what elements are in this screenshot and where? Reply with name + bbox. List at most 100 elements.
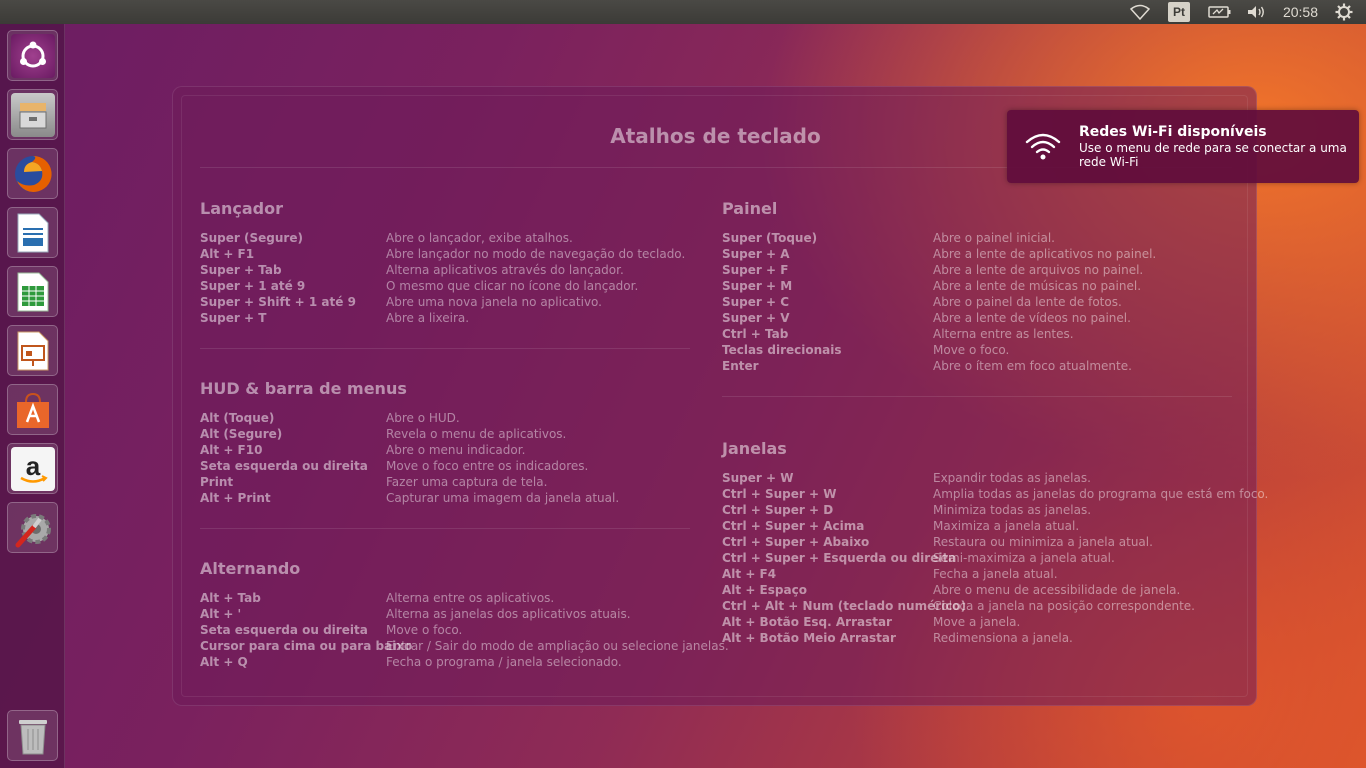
- shortcut-description: Move a janela.: [933, 615, 1021, 629]
- launcher-item-dash[interactable]: [7, 30, 58, 81]
- shortcut-keys: Seta esquerda ou direita: [200, 459, 368, 473]
- shortcut-description: Abre o ítem em foco atualmente.: [933, 359, 1132, 373]
- shortcut-description: Entrar / Sair do modo de ampliação ou se…: [386, 639, 729, 653]
- shortcut-keys: Alt + F4: [722, 567, 777, 581]
- shortcut-keys: Super + M: [722, 279, 793, 293]
- shortcut-description: Abre o painel da lente de fotos.: [933, 295, 1122, 309]
- settings-wrench-icon: [11, 506, 55, 550]
- shortcut-description: Amplia todas as janelas do programa que …: [933, 487, 1269, 501]
- launcher-item-calc[interactable]: [7, 266, 58, 317]
- shortcut-keys: Super + F: [722, 263, 789, 277]
- volume-icon: [1247, 6, 1264, 18]
- launcher: a: [0, 24, 65, 768]
- amazon-icon: a: [10, 446, 55, 491]
- battery-icon: [1208, 6, 1231, 18]
- shortcut-keys: Cursor para cima ou para baixo: [200, 639, 413, 653]
- shortcut-description: Abre o menu de acessibilidade de janela.: [933, 583, 1181, 597]
- shortcut-description: Move o foco entre os indicadores.: [386, 459, 589, 473]
- ubuntu-logo-icon: [10, 33, 55, 78]
- shortcut-description: Abre a lente de arquivos no painel.: [933, 263, 1144, 277]
- clock[interactable]: 20:58: [1273, 0, 1328, 24]
- shortcut-description: Fecha a janela atual.: [933, 567, 1058, 581]
- shortcut-keys: Super + 1 até 9: [200, 279, 306, 293]
- shortcut-keys: Super + V: [722, 311, 790, 325]
- shortcut-description: Revela o menu de aplicativos.: [386, 427, 567, 441]
- shortcut-description: Expandir todas as janelas.: [933, 471, 1091, 485]
- shortcut-description: Abre o lançador, exibe atalhos.: [386, 231, 573, 245]
- section-heading-windows: Janelas: [722, 439, 787, 458]
- wifi-notification: Redes Wi-Fi disponíveis Use o menu de re…: [1007, 110, 1359, 183]
- keyboard-indicator[interactable]: Pt: [1157, 0, 1201, 24]
- section-heading-launcher: Lançador: [200, 199, 283, 218]
- sound-indicator[interactable]: [1239, 0, 1273, 24]
- calc-icon: [11, 270, 55, 314]
- shortcut-description: Capturar uma imagem da janela atual.: [386, 491, 620, 505]
- shortcut-description: Redimensiona a janela.: [933, 631, 1073, 645]
- section-divider: [200, 348, 690, 349]
- shortcut-description: Coloca a janela na posição correspondent…: [933, 599, 1195, 613]
- launcher-item-settings[interactable]: [7, 502, 58, 553]
- session-indicator[interactable]: [1328, 0, 1360, 24]
- shortcut-description: Abre lançador no modo de navegação do te…: [386, 247, 686, 261]
- shortcut-description: Minimiza todas as janelas.: [933, 503, 1092, 517]
- launcher-item-trash[interactable]: [7, 710, 58, 761]
- shortcut-description: Move o foco.: [386, 623, 463, 637]
- shortcut-keys: Alt + Botão Esq. Arrastar: [722, 615, 892, 629]
- shortcut-keys: Alt + ': [200, 607, 242, 621]
- shortcut-keys: Alt + Espaço: [722, 583, 807, 597]
- section-divider: [722, 396, 1232, 397]
- notification-title: Redes Wi-Fi disponíveis: [1079, 124, 1267, 140]
- launcher-item-firefox[interactable]: [7, 148, 58, 199]
- launcher-item-impress[interactable]: [7, 325, 58, 376]
- shortcut-keys: Alt + Q: [200, 655, 248, 669]
- shortcut-keys: Super + C: [722, 295, 790, 309]
- shortcut-keys: Alt + Tab: [200, 591, 261, 605]
- notification-body: Use o menu de rede para se conectar a um…: [1079, 141, 1347, 169]
- shortcut-description: Alterna as janelas dos aplicativos atuai…: [386, 607, 631, 621]
- shortcut-description: Fecha o programa / janela selecionado.: [386, 655, 622, 669]
- shortcut-keys: Print: [200, 475, 234, 489]
- shortcut-keys: Alt + Print: [200, 491, 271, 505]
- shortcut-keys: Super + Shift + 1 até 9: [200, 295, 356, 309]
- shortcut-description: Move o foco.: [933, 343, 1010, 357]
- shortcut-keys: Seta esquerda ou direita: [200, 623, 368, 637]
- shortcut-keys: Super + T: [200, 311, 267, 325]
- launcher-item-amazon[interactable]: a: [7, 443, 58, 494]
- file-cabinet-icon: [10, 92, 55, 137]
- top-panel: Pt 20:58: [0, 0, 1366, 24]
- battery-indicator[interactable]: [1201, 0, 1239, 24]
- shortcut-keys: Enter: [722, 359, 759, 373]
- shortcut-keys: Ctrl + Super + Acima: [722, 519, 865, 533]
- shortcut-description: Abre o menu indicador.: [386, 443, 526, 457]
- impress-icon: [11, 329, 55, 373]
- shortcut-description: Fazer uma captura de tela.: [386, 475, 548, 489]
- shortcut-description: Abre a lixeira.: [386, 311, 470, 325]
- section-divider: [200, 528, 690, 529]
- launcher-item-software[interactable]: [7, 384, 58, 435]
- shortcut-keys: Alt + F10: [200, 443, 263, 457]
- shortcut-keys: Super (Toque): [722, 231, 818, 245]
- network-indicator[interactable]: [1123, 0, 1157, 24]
- shortcut-keys: Ctrl + Super + Abaixo: [722, 535, 870, 549]
- shortcut-keys: Super + Tab: [200, 263, 282, 277]
- shortcut-keys: Alt (Segure): [200, 427, 283, 441]
- shortcut-keys: Ctrl + Tab: [722, 327, 789, 341]
- shortcut-keys: Ctrl + Super + D: [722, 503, 834, 517]
- firefox-icon: [11, 152, 55, 196]
- shortcut-description: Alterna entre as lentes.: [933, 327, 1074, 341]
- launcher-item-writer[interactable]: [7, 207, 58, 258]
- shortcut-description: Alterna aplicativos através do lançador.: [386, 263, 624, 277]
- shortcut-keys: Ctrl + Alt + Num (teclado numérico): [722, 599, 967, 613]
- shortcut-keys: Alt + F1: [200, 247, 255, 261]
- shortcut-keys: Alt (Toque): [200, 411, 275, 425]
- launcher-item-files[interactable]: [7, 89, 58, 140]
- shortcut-description: Semi-maximiza a janela atual.: [933, 551, 1115, 565]
- shortcut-description: Abre a lente de músicas no painel.: [933, 279, 1142, 293]
- keyboard-layout-label: Pt: [1167, 2, 1190, 22]
- section-heading-dash: Painel: [722, 199, 778, 218]
- shortcut-description: O mesmo que clicar no ícone do lançador.: [386, 279, 639, 293]
- wifi-icon: [1025, 133, 1061, 159]
- shortcut-keys: Ctrl + Super + W: [722, 487, 837, 501]
- writer-icon: [11, 211, 55, 255]
- shortcut-keys: Teclas direcionais: [722, 343, 842, 357]
